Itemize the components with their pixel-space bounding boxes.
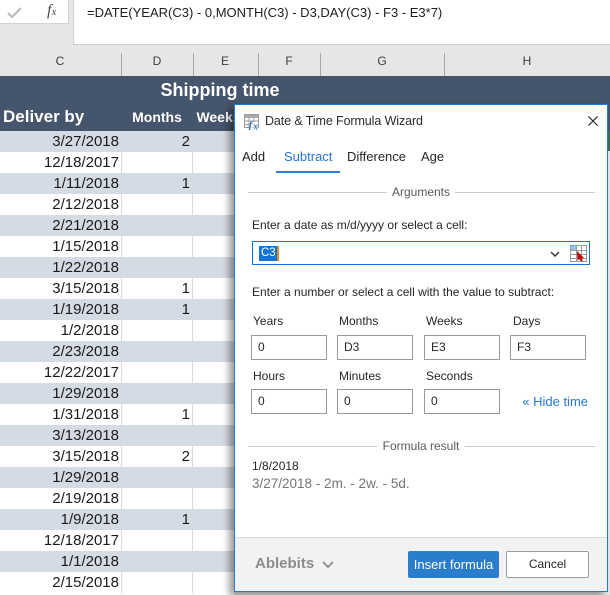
svg-text:x: x	[253, 122, 259, 131]
